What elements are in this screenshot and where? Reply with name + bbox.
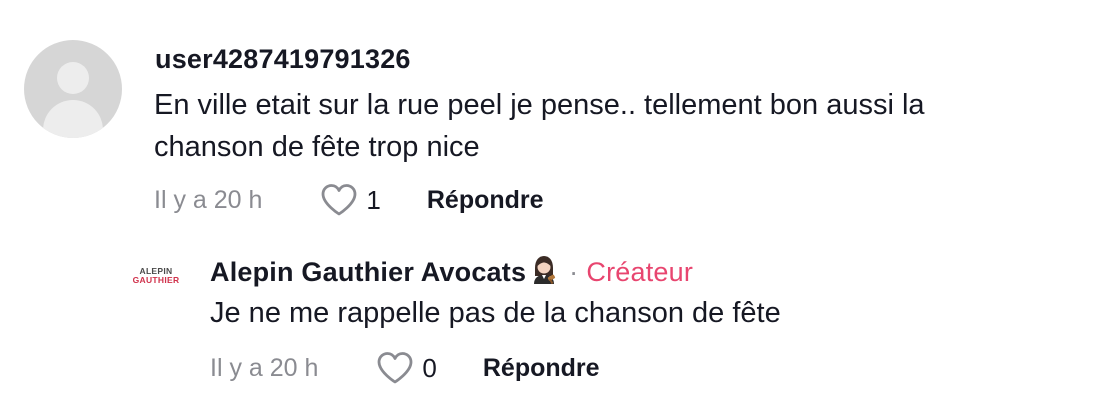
heart-icon — [322, 184, 357, 216]
reply-button[interactable]: Répondre — [427, 186, 544, 215]
like-button[interactable]: 1 — [320, 183, 381, 217]
heart-icon — [378, 352, 413, 384]
avatar-head-shape — [57, 62, 89, 94]
reply-like-count: 0 — [422, 352, 437, 383]
logo-text-line-2: GAUTHIER — [132, 275, 180, 285]
reply-author-name[interactable]: Alepin Gauthier Avocats — [210, 257, 526, 288]
reply-like-button[interactable]: 0 — [376, 351, 437, 385]
reply-text: Je ne me rappelle pas de la chanson de f… — [210, 297, 781, 329]
like-count: 1 — [366, 184, 381, 215]
comment-time: Il y a 20 h — [154, 185, 263, 214]
comment-username[interactable]: user4287419791326 — [155, 44, 411, 75]
creator-avatar[interactable]: ALEPIN GAUTHIER — [128, 256, 184, 296]
comment: user4287419791326 En ville etait sur la … — [0, 0, 1106, 230]
separator-dot: · — [569, 257, 579, 287]
woman-judge-emoji-icon — [529, 254, 559, 291]
comment-meta: Il y a 20 h 1 Répondre — [154, 183, 544, 217]
creator-badge: Créateur — [586, 257, 694, 287]
avatar[interactable] — [24, 40, 122, 138]
reply-time: Il y a 20 h — [210, 353, 319, 382]
comment-text-line-1: En ville etait sur la rue peel je pense.… — [154, 89, 925, 121]
reply-meta: Il y a 20 h 0 Répondre — [210, 351, 600, 385]
reply-reply-button[interactable]: Répondre — [483, 354, 600, 383]
comment-text-line-2: chanson de fête trop nice — [154, 131, 480, 163]
reply-author-row: Alepin Gauthier Avocats · Créateur — [210, 254, 693, 291]
avatar-body-shape — [43, 100, 103, 138]
